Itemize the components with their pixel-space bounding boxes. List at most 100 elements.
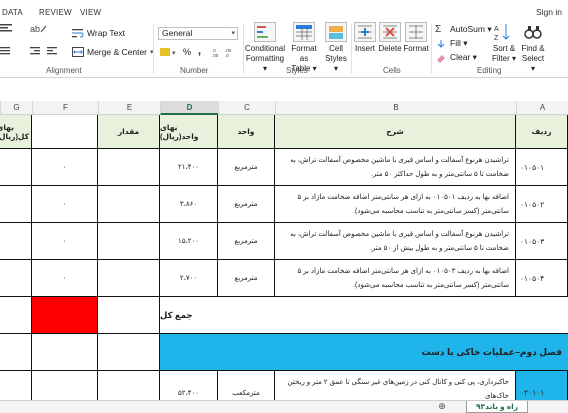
comma-style-button[interactable]: , (198, 45, 201, 57)
conditional-formatting-icon (254, 22, 276, 42)
fill-label: Fill ▾ (450, 38, 468, 48)
header-cell-unit[interactable]: واحد (218, 115, 275, 149)
number-format-select[interactable]: General ▾ (158, 27, 238, 40)
divider (351, 24, 352, 74)
indent-icons[interactable] (0, 46, 60, 56)
clear-label: Clear ▾ (450, 52, 477, 62)
tab-view[interactable]: VIEW (80, 8, 101, 17)
cell-unit[interactable]: مترمکعب (218, 371, 275, 400)
cell-qty[interactable] (98, 371, 160, 400)
eraser-icon (435, 53, 447, 63)
cell-total[interactable]: ۰ (32, 260, 98, 297)
cell-styles-icon (325, 22, 347, 42)
cell-code[interactable]: ۰۱۰۵۰۳ (516, 223, 568, 260)
percent-button[interactable]: % (183, 47, 191, 57)
cell-code[interactable]: ۰۱۰۵۰۲ (516, 186, 568, 223)
total-label[interactable]: جمع کل (160, 297, 568, 334)
cell-unit[interactable]: مترمربع (218, 223, 275, 260)
header-cell-desc[interactable]: شرح (275, 115, 516, 149)
cell-unit-price[interactable]: ۱۵،۲۰۰ (160, 223, 218, 260)
cell-unit[interactable]: مترمربع (218, 260, 275, 297)
cell-desc[interactable]: خاکبرداری، پی کنی و کانال کنی در زمین‌ها… (275, 371, 516, 400)
sign-in-link[interactable]: Sign in (536, 7, 562, 17)
column-header-e[interactable]: E (98, 101, 160, 115)
header-cell-code[interactable]: ردیف (516, 115, 568, 149)
merge-center-button[interactable]: Merge & Center ▾ (72, 47, 154, 57)
header-cell-blank[interactable] (32, 115, 98, 149)
group-label-styles: Styles (286, 66, 308, 75)
cell-g[interactable] (0, 371, 32, 400)
cell-unit-price[interactable]: ۲،۷۰۰ (160, 260, 218, 297)
cell-code[interactable]: ۰۱۰۵۰۴ (516, 260, 568, 297)
cell-desc[interactable]: اضافه بها به ردیف ۰۱۰۵۰۱ به ازای هر سانت… (275, 186, 516, 223)
cell-total[interactable]: ۰ (32, 223, 98, 260)
group-label-number: Number (180, 66, 209, 75)
cell-unit-price[interactable]: ۳،۸۶۰ (160, 186, 218, 223)
svg-text:Z: Z (494, 35, 499, 42)
cell-g[interactable] (0, 149, 32, 186)
cell-unit-price[interactable]: ۵۲،۴۰۰ (160, 371, 218, 400)
tab-data[interactable]: DATA (2, 8, 23, 17)
cell-unit[interactable]: مترمربع (218, 149, 275, 186)
autosum-button[interactable]: Σ AutoSum ▾ (435, 24, 492, 35)
cell-g[interactable] (0, 260, 32, 297)
svg-text:.00: .00 (212, 53, 219, 57)
cell-code[interactable]: ۰۲۰۱۰۱ (516, 371, 568, 400)
cell-qty[interactable] (98, 186, 160, 223)
conditional-formatting-label-2: Formatting ▾ (245, 54, 285, 73)
align-left-icon[interactable] (0, 23, 14, 33)
cell-g[interactable] (0, 186, 32, 223)
insert-button[interactable]: Insert (353, 22, 377, 54)
header-cell-unit-price[interactable]: بهای واحد(ریال) (160, 115, 218, 149)
column-header-c[interactable]: C (218, 101, 275, 115)
sort-filter-button[interactable]: AZ Sort & Filter ▾ (489, 22, 519, 64)
column-header-f[interactable]: F (32, 101, 98, 115)
column-header-g[interactable]: G (0, 101, 32, 115)
find-select-button[interactable]: Find & Select ▾ (519, 22, 547, 74)
find-select-label: Find & (521, 44, 545, 53)
column-header-d[interactable]: D (160, 101, 218, 115)
clear-button[interactable]: Clear ▾ (435, 52, 477, 63)
delete-button[interactable]: Delete (378, 22, 402, 54)
cell-qty[interactable] (98, 334, 160, 371)
cell-total[interactable]: ۰ (32, 149, 98, 186)
section-title[interactable]: فصل دوم–عملیات خاکی با دست (160, 334, 568, 371)
header-cell-qty[interactable]: مقدار (98, 115, 160, 149)
orientation-icon[interactable]: ab (30, 23, 48, 33)
cell-qty[interactable] (98, 297, 160, 334)
insert-label: Insert (354, 44, 375, 53)
cell-unit-price[interactable]: ۲۱،۴۰۰ (160, 149, 218, 186)
cell-qty[interactable] (98, 149, 160, 186)
svg-text:.0: .0 (225, 53, 229, 57)
column-header-a[interactable]: A (516, 101, 568, 115)
cell-g[interactable] (0, 334, 32, 371)
cell-g[interactable] (0, 223, 32, 260)
wrap-text-button[interactable]: Wrap Text (72, 28, 125, 38)
total-sum-cell[interactable] (32, 297, 98, 334)
cell-qty[interactable] (98, 260, 160, 297)
cell-unit[interactable]: مترمربع (218, 186, 275, 223)
cell-g[interactable] (0, 297, 32, 334)
cell-desc[interactable]: تراشیدن هرنوع آسفالت و اساس قیری با ماشی… (275, 149, 516, 186)
cell-styles-button[interactable]: Cell Styles ▾ (322, 22, 350, 74)
fill-button[interactable]: Fill ▾ (435, 38, 468, 49)
cell-total[interactable]: ۰ (32, 186, 98, 223)
cell-qty[interactable] (98, 223, 160, 260)
sheet-tab-active[interactable]: راه و باند۹۳ (466, 401, 528, 413)
header-cell-total[interactable]: بهای کل(ریال) (0, 115, 32, 149)
add-sheet-icon[interactable]: ⊕ (436, 401, 448, 413)
decimal-buttons[interactable]: .0.00.00.0 (212, 47, 238, 57)
conditional-formatting-button[interactable]: Conditional Formatting ▾ (244, 22, 286, 74)
column-header-b[interactable]: B (275, 101, 516, 115)
format-button[interactable]: Format (403, 22, 429, 54)
cell-desc[interactable]: تراشیدن هرنوع آسفالت و اساس قیری با ماشی… (275, 223, 516, 260)
cell-code[interactable]: ۰۱۰۵۰۱ (516, 149, 568, 186)
tab-review[interactable]: REVIEW (39, 8, 72, 17)
delete-icon (379, 22, 401, 42)
chevron-down-icon: ▾ (231, 30, 235, 37)
format-as-table-icon (293, 22, 315, 42)
cell-total[interactable] (32, 334, 98, 371)
currency-button[interactable]: ▾ (160, 47, 182, 57)
cell-total[interactable] (32, 371, 98, 400)
cell-desc[interactable]: اضافه بها به ردیف ۰۱۰۵۰۳ به ازای هر سانت… (275, 260, 516, 297)
